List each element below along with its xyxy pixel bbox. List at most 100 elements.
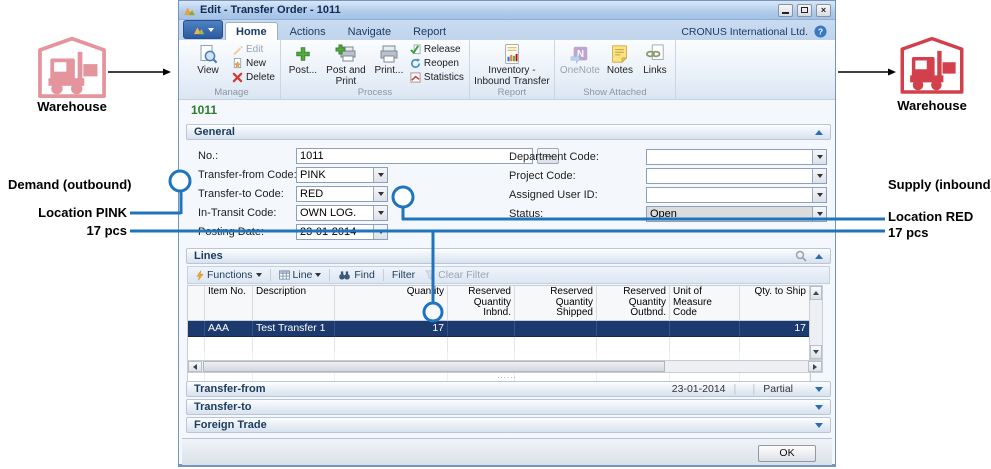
post-button[interactable]: Post... <box>284 40 322 87</box>
dropdown-button[interactable] <box>812 188 826 202</box>
fasttab-transfer-to-header[interactable]: Transfer-to <box>186 399 831 415</box>
tab-actions[interactable]: Actions <box>280 23 336 40</box>
fasttab-transfer-from-header[interactable]: Transfer-from 23-01-2014 | | Partial <box>186 381 831 397</box>
dropdown-button[interactable] <box>373 187 387 201</box>
fasttab-lines-header[interactable]: Lines <box>186 248 831 264</box>
tab-navigate[interactable]: Navigate <box>338 23 401 40</box>
title-bar[interactable]: Edit - Transfer Order - 1011 × <box>179 1 835 20</box>
ribbon: View Edit <box>179 40 835 100</box>
help-icon[interactable]: ? <box>814 25 827 38</box>
column-header-reserved-quantity-outbnd[interactable]: Reserved Quantity Outbnd. <box>597 286 670 321</box>
filter-button[interactable]: Filter <box>388 268 419 283</box>
vertical-scrollbar[interactable] <box>809 285 823 360</box>
links-button[interactable]: Links <box>638 40 672 87</box>
expand-icon[interactable] <box>815 405 823 410</box>
tab-home[interactable]: Home <box>225 22 278 40</box>
inventory-inbound-transfer-button[interactable]: Inventory - Inbound Transfer <box>473 40 551 87</box>
expand-icon[interactable] <box>815 423 823 428</box>
cell-reserved-quantity-outbnd[interactable] <box>597 321 670 337</box>
functions-menu-button[interactable]: Functions <box>192 268 266 283</box>
scroll-left-button[interactable] <box>188 361 202 372</box>
cell-reserved-quantity-shipped[interactable] <box>515 321 597 337</box>
scroll-up-button[interactable] <box>810 286 822 300</box>
warehouse-icon-right <box>897 32 967 101</box>
dropdown-button[interactable] <box>373 225 387 239</box>
view-icon <box>198 42 218 65</box>
empty-cell[interactable] <box>740 337 810 352</box>
collapse-icon[interactable] <box>815 130 823 135</box>
empty-cell[interactable] <box>335 337 448 352</box>
demand-outbound-label: Demand (outbound) <box>8 177 131 192</box>
fasttab-foreign-trade-header[interactable]: Foreign Trade <box>186 417 831 433</box>
assigned-user-id-field[interactable] <box>646 187 827 203</box>
in-transit-code-field[interactable]: OWN LOG. <box>296 205 388 221</box>
transfer-from-code-field[interactable]: PINK <box>296 167 388 183</box>
close-button[interactable]: × <box>816 4 831 17</box>
fasttab-general-header[interactable]: General <box>186 124 831 140</box>
scroll-down-button[interactable] <box>810 345 822 359</box>
notes-button[interactable]: Notes <box>602 40 638 87</box>
find-button[interactable]: Find <box>334 268 378 283</box>
empty-cell[interactable] <box>188 337 205 352</box>
cell-unit-of-measure-code[interactable] <box>670 321 740 337</box>
warehouse-icon-left <box>33 33 111 104</box>
minimize-button[interactable] <box>778 4 793 17</box>
empty-cell[interactable] <box>205 337 253 352</box>
column-header-quantity[interactable]: Quantity <box>335 286 448 321</box>
no-field[interactable]: 1011 <box>296 148 533 164</box>
column-header-item-no[interactable]: Item No. <box>205 286 253 321</box>
statistics-button[interactable]: Statistics <box>408 70 466 84</box>
transfer-to-code-field[interactable]: RED <box>296 186 388 202</box>
scrollbar-thumb[interactable] <box>203 361 665 372</box>
scroll-right-button[interactable] <box>808 361 822 372</box>
tab-report[interactable]: Report <box>403 23 456 40</box>
cell-item-no[interactable]: AAA <box>205 321 253 337</box>
column-header-qty-to-ship[interactable]: Qty. to Ship <box>740 286 810 321</box>
column-header-reserved-quantity-shipped[interactable]: Reserved Quantity Shipped <box>515 286 597 321</box>
expand-icon[interactable] <box>815 387 823 392</box>
dropdown-button[interactable] <box>812 207 826 221</box>
posting-date-field[interactable]: 23-01-2014 <box>296 224 388 240</box>
delete-button[interactable]: Delete <box>230 70 277 84</box>
print-button[interactable]: Print... <box>370 40 408 87</box>
cell-reserved-quantity-inbnd[interactable] <box>448 321 515 337</box>
page-title: 1011 <box>191 103 217 117</box>
project-code-field[interactable] <box>646 168 827 184</box>
empty-cell[interactable] <box>670 337 740 352</box>
empty-cell[interactable] <box>253 337 335 352</box>
edit-button[interactable]: Edit <box>230 42 277 56</box>
post-and-print-button[interactable]: Post and Print <box>322 40 370 87</box>
cell-qty-to-ship[interactable]: 17 <box>740 321 810 337</box>
maximize-button[interactable] <box>797 4 812 17</box>
dropdown-button[interactable] <box>812 150 826 164</box>
column-header-reserved-quantity-inbnd[interactable]: Reserved Quantity Inbnd. <box>448 286 515 321</box>
application-menu-button[interactable] <box>183 20 223 39</box>
release-button[interactable]: Release <box>408 42 466 56</box>
group-label-manage: Manage <box>186 87 277 99</box>
field-label-project-code: Project Code: <box>509 170 576 182</box>
collapse-icon[interactable] <box>815 254 823 259</box>
empty-cell[interactable] <box>597 337 670 352</box>
column-header-unit-of-measure-code[interactable]: Unit of Measure Code <box>670 286 740 321</box>
clear-filter-button[interactable]: Clear Filter <box>421 268 493 283</box>
row-selector-cell[interactable] <box>188 321 205 337</box>
search-icon[interactable] <box>795 250 807 262</box>
splitter-handle[interactable]: ...... <box>179 373 835 379</box>
cell-quantity[interactable]: 17 <box>335 321 448 337</box>
line-menu-button[interactable]: Line <box>275 268 326 283</box>
department-code-field[interactable] <box>646 149 827 165</box>
ok-button[interactable]: OK <box>758 445 816 462</box>
onenote-button[interactable]: N OneNote <box>558 40 602 87</box>
reopen-button[interactable]: Reopen <box>408 56 466 70</box>
status-field[interactable]: Open <box>646 206 827 222</box>
empty-cell[interactable] <box>448 337 515 352</box>
cell-description[interactable]: Test Transfer 1 <box>253 321 335 337</box>
empty-cell[interactable] <box>515 337 597 352</box>
column-header-description[interactable]: Description <box>253 286 335 321</box>
app-icon <box>183 5 196 16</box>
dropdown-button[interactable] <box>373 168 387 182</box>
dropdown-button[interactable] <box>373 206 387 220</box>
view-button[interactable]: View <box>186 40 230 87</box>
new-button[interactable]: New <box>230 56 277 70</box>
dropdown-button[interactable] <box>812 169 826 183</box>
